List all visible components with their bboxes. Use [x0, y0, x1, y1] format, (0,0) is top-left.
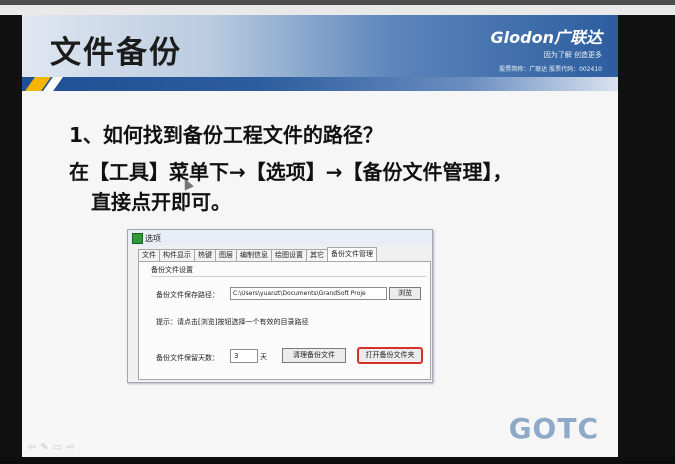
- question-line-2: 在【工具】菜单下→【选项】→【备份文件管理】，: [69, 160, 513, 184]
- dialog-titlebar: 选项: [128, 230, 432, 246]
- slide-controls: ⇦ ✎ ▭ ⇨: [28, 442, 75, 453]
- slide-header: 文件备份 Glodon广联达 因为了解 创造更多 股票简称：广联达 股票代码：0…: [22, 15, 618, 77]
- days-label: 备份文件保留天数：: [156, 354, 219, 362]
- hint-text: 提示：请点击[浏览]按钮选择一个有效的目录路径: [156, 318, 309, 326]
- window-top-line: [0, 5, 675, 15]
- tab-other[interactable]: 其它: [306, 249, 328, 261]
- tab-component-display[interactable]: 构件显示: [159, 249, 195, 261]
- group-divider: [151, 276, 426, 277]
- tab-layers[interactable]: 图层: [215, 249, 237, 261]
- pen-icon[interactable]: ✎: [40, 442, 48, 453]
- dialog-tabs: 文件 构件显示 热键 图层 编制信息 绘图设置 其它 备份文件管理: [138, 247, 377, 261]
- bottom-margin: [0, 457, 675, 464]
- left-margin: [0, 15, 22, 457]
- brand-stock-info: 股票简称：广联达 股票代码：002410: [499, 66, 602, 73]
- browse-button[interactable]: 浏览: [389, 287, 421, 300]
- options-dialog-screenshot: 选项 文件 构件显示 热键 图层 编制信息 绘图设置 其它 备份文件管理 备份文…: [127, 229, 433, 383]
- app-icon: [132, 233, 143, 244]
- tab-hotkeys[interactable]: 热键: [194, 249, 216, 261]
- retention-days-input[interactable]: 3: [230, 349, 258, 363]
- tab-compile-info[interactable]: 编制信息: [236, 249, 272, 261]
- days-unit: 天: [260, 353, 267, 361]
- question-line-3: 直接点开即可。: [91, 190, 231, 214]
- path-label: 备份文件保存路径：: [156, 291, 219, 299]
- tab-drawing-settings[interactable]: 绘图设置: [271, 249, 307, 261]
- slide-title: 文件备份: [50, 35, 182, 71]
- question-line-1: 1、如何找到备份工程文件的路径？: [69, 123, 383, 147]
- header-stripe: [22, 77, 618, 91]
- menu-icon[interactable]: ▭: [53, 442, 62, 453]
- backup-path-input[interactable]: C:\Users\yuanzt\Documents\GrandSoft Proj…: [230, 287, 387, 300]
- tab-backup-management[interactable]: 备份文件管理: [327, 247, 377, 261]
- tab-file[interactable]: 文件: [138, 249, 160, 261]
- group-label: 备份文件设置: [151, 266, 193, 274]
- brand-name: Glodon广联达: [490, 28, 602, 47]
- next-slide-icon[interactable]: ⇨: [66, 442, 74, 453]
- dialog-title: 选项: [145, 234, 161, 243]
- slide: 文件备份 Glodon广联达 因为了解 创造更多 股票简称：广联达 股票代码：0…: [22, 15, 618, 457]
- backup-settings-panel: 备份文件设置 备份文件保存路径： C:\Users\yuanzt\Documen…: [138, 261, 431, 380]
- right-margin: [618, 15, 675, 457]
- clean-backup-button[interactable]: 清理备份文件: [282, 348, 346, 363]
- open-backup-folder-button[interactable]: 打开备份文件夹: [357, 347, 423, 364]
- prev-slide-icon[interactable]: ⇦: [28, 442, 36, 453]
- brand-slogan: 因为了解 创造更多: [543, 51, 602, 59]
- brand-logo: Glodon广联达 因为了解 创造更多 股票简称：广联达 股票代码：002410: [491, 24, 602, 73]
- gotc-logo: GOTC: [508, 412, 599, 445]
